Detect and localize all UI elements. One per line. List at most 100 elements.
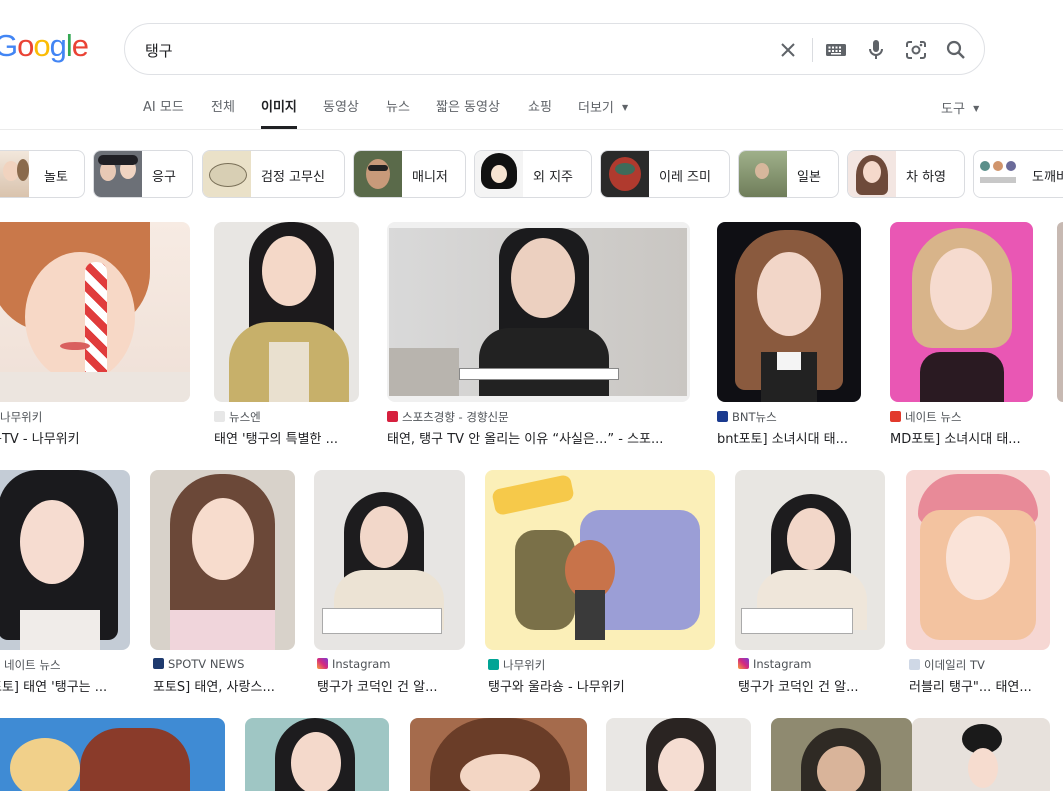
chip-related[interactable]: 놀토 — [0, 150, 85, 198]
image-result[interactable]: Instagram 탱구가 코덕인 건 알... — [314, 470, 465, 700]
image-result[interactable] — [1057, 222, 1063, 402]
image-result[interactable] — [606, 718, 751, 791]
result-source: Instagram — [738, 657, 885, 671]
image-result[interactable]: 네이트 뉴스 MD포토] 소녀시대 태... — [890, 222, 1033, 452]
tab-videos[interactable]: 동영상 — [323, 98, 359, 130]
image-result[interactable]: Instagram 탱구가 코덕인 건 알... — [735, 470, 885, 700]
tab-all[interactable]: 전체 — [211, 98, 235, 130]
image-result[interactable]: 스포츠경향 - 경향신문 태연, 탱구 TV 안 올리는 이유 “사실은...”… — [387, 222, 690, 452]
chip-thumbnail — [739, 151, 787, 197]
chip-thumbnail — [94, 151, 142, 197]
search-icon[interactable] — [943, 37, 969, 63]
result-thumbnail — [771, 718, 912, 791]
google-logo[interactable]: Google — [0, 28, 89, 64]
keyboard-icon[interactable] — [823, 37, 849, 63]
image-result[interactable] — [912, 718, 1050, 791]
tab-ai-mode[interactable]: AI 모드 — [143, 98, 184, 130]
chip-label: 외 지주 — [533, 170, 574, 185]
instagram-icon — [317, 658, 328, 669]
result-title: 포토] 태연 '탱구는 ... — [0, 680, 108, 695]
result-title: 탱구와 울라숑 - 나무위키 — [488, 680, 625, 695]
chip-thumbnail — [0, 151, 29, 197]
tabs-divider — [0, 129, 1063, 130]
chip-label: 도깨비 — [1032, 170, 1063, 185]
chip-related[interactable]: 차 하영 — [847, 150, 965, 198]
result-title: 구TV - 나무위키 — [0, 432, 80, 447]
image-result[interactable]: 이데일리 TV 러블리 탱구"... 태연... — [906, 470, 1050, 700]
chip-thumbnail — [354, 151, 402, 197]
chip-related[interactable]: 응구 — [93, 150, 193, 198]
result-title: 포토S] 태연, 사랑스... — [153, 680, 275, 695]
microphone-icon[interactable] — [863, 37, 889, 63]
chip-related[interactable]: 외 지주 — [474, 150, 592, 198]
result-title: 탱구가 코덕인 건 알... — [738, 680, 859, 695]
result-thumbnail — [214, 222, 359, 402]
source-favicon — [387, 411, 398, 422]
image-result[interactable]: BNT뉴스 bnt포토] 소녀시대 태... — [717, 222, 861, 452]
chip-related[interactable]: 매니저 — [353, 150, 466, 198]
chip-related[interactable]: 일본 — [738, 150, 839, 198]
instagram-icon — [738, 658, 749, 669]
result-source: BNT뉴스 — [717, 409, 861, 425]
result-thumbnail — [912, 718, 1050, 791]
chip-thumbnail — [475, 151, 523, 197]
source-favicon — [214, 411, 225, 422]
tab-images[interactable]: 이미지 — [261, 98, 297, 130]
result-thumbnail — [410, 718, 587, 791]
chip-label: 매니저 — [412, 170, 448, 185]
image-result[interactable]: 네이트 뉴스 포토] 태연 '탱구는 ... — [0, 470, 130, 700]
result-source: 네이트 뉴스 — [890, 409, 1033, 425]
result-thumbnail — [0, 470, 130, 650]
chip-related[interactable]: 이레 즈미 — [600, 150, 730, 198]
chip-related[interactable]: 검정 고무신 — [202, 150, 345, 198]
source-favicon — [909, 659, 920, 670]
result-title: 태연 '탱구의 특별한 ... — [214, 432, 339, 447]
image-result[interactable]: SPOTV NEWS 포토S] 태연, 사랑스... — [150, 470, 295, 700]
image-result[interactable]: 나무위키 탱구와 울라숑 - 나무위키 — [485, 470, 715, 700]
tab-news[interactable]: 뉴스 — [386, 98, 410, 130]
clear-icon[interactable] — [775, 37, 801, 63]
image-result[interactable] — [410, 718, 587, 791]
result-thumbnail — [0, 718, 225, 791]
source-favicon — [890, 411, 901, 422]
result-thumbnail — [717, 222, 861, 402]
caret-down-icon: ▼ — [973, 104, 980, 113]
caret-down-icon: ▼ — [622, 103, 629, 112]
result-source: Instagram — [317, 657, 465, 671]
result-source: SPOTV NEWS — [153, 657, 295, 671]
result-thumbnail — [735, 470, 885, 650]
chip-label: 일본 — [797, 170, 821, 185]
chip-thumbnail — [848, 151, 896, 197]
search-box — [124, 23, 985, 75]
search-input[interactable] — [145, 37, 765, 63]
image-result[interactable] — [771, 718, 912, 791]
image-result[interactable]: 뉴스엔 태연 '탱구의 특별한 ... — [214, 222, 359, 452]
image-result[interactable] — [0, 718, 225, 791]
chip-thumbnail — [601, 151, 649, 197]
source-favicon — [717, 411, 728, 422]
lens-camera-icon[interactable] — [903, 37, 929, 63]
result-title: 러블리 탱구"... 태연... — [909, 680, 1032, 695]
chip-label: 검정 고무신 — [261, 170, 325, 185]
source-favicon — [488, 659, 499, 670]
tab-short-videos[interactable]: 짧은 동영상 — [436, 98, 500, 130]
result-title: 태연, 탱구 TV 안 올리는 이유 “사실은...” - 스포... — [387, 432, 664, 447]
chip-thumbnail — [974, 151, 1022, 197]
source-favicon — [153, 658, 164, 669]
chip-label: 응구 — [152, 170, 176, 185]
tools-button[interactable]: 도구 ▼ — [941, 98, 979, 117]
tools-label: 도구 — [941, 102, 965, 117]
image-result[interactable] — [245, 718, 389, 791]
result-title: bnt포토] 소녀시대 태... — [717, 432, 849, 447]
tab-more[interactable]: 더보기 ▼ — [578, 98, 628, 130]
result-thumbnail — [387, 222, 690, 402]
search-divider — [812, 38, 813, 62]
result-thumbnail — [314, 470, 465, 650]
result-source: 나무위키 — [0, 410, 43, 424]
chip-related[interactable]: 도깨비 — [973, 150, 1063, 198]
result-thumbnail — [606, 718, 751, 791]
result-thumbnail — [0, 222, 190, 402]
result-title: 탱구가 코덕인 건 알... — [317, 680, 438, 695]
image-result[interactable]: 나무위키 구TV - 나무위키 — [0, 222, 190, 452]
tab-shopping[interactable]: 쇼핑 — [528, 98, 552, 130]
